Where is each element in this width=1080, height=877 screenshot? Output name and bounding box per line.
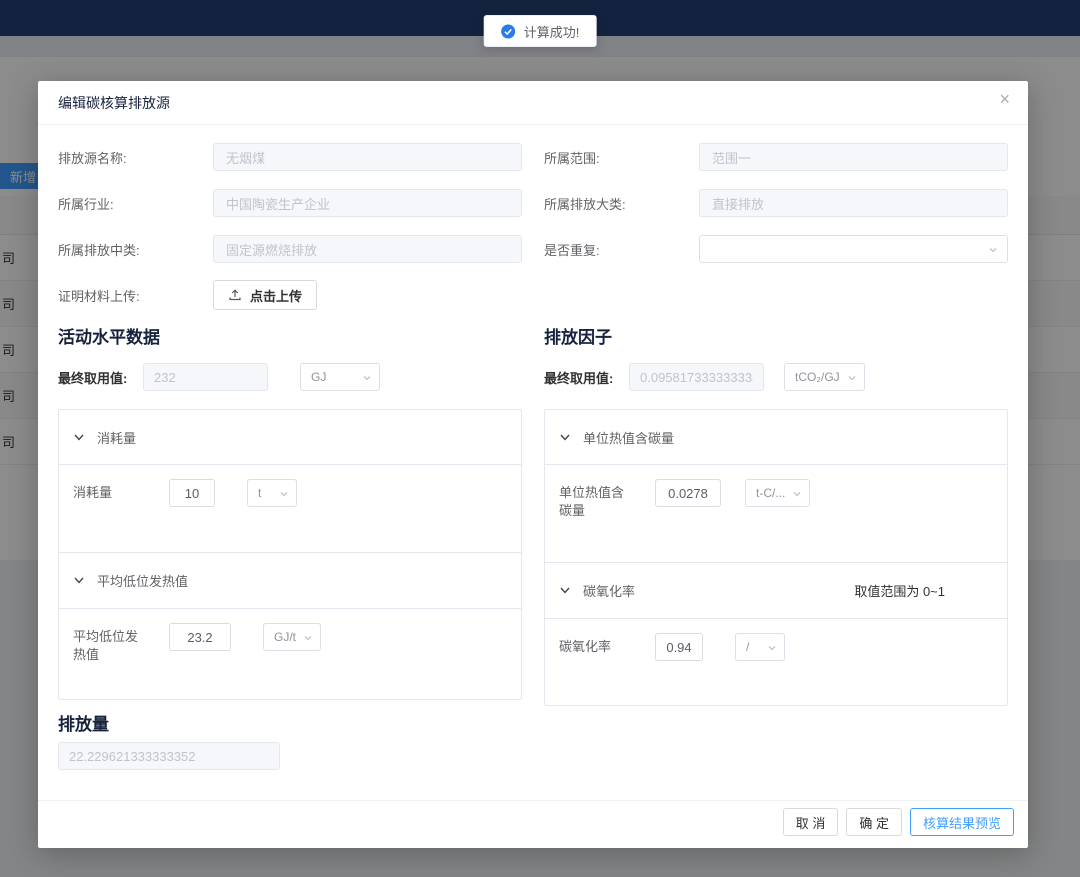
chevron-down-icon: [792, 489, 802, 499]
data-sections: 活动水平数据 最终取用值: GJ: [58, 309, 1008, 706]
check-circle-icon: [501, 24, 516, 39]
consumption-collapse-header[interactable]: 消耗量: [59, 410, 521, 464]
consumption-unit-select: t: [247, 479, 297, 507]
chevron-down-icon: [362, 373, 372, 383]
preview-button[interactable]: 核算结果预览: [910, 808, 1014, 836]
dialog-footer: 取 消 确 定 核算结果预览: [38, 800, 1028, 848]
collapse-arrow-icon: [73, 432, 85, 443]
oxidation-rate-content: 碳氧化率 /: [545, 618, 1007, 705]
dialog-title: 编辑碳核算排放源: [58, 93, 170, 113]
activity-final-row: 最终取用值: GJ: [58, 363, 522, 391]
toast-message: 计算成功!: [524, 22, 580, 41]
chevron-down-icon: [988, 245, 998, 255]
activity-unit-select: GJ: [300, 363, 380, 391]
source-name-input: [213, 143, 522, 171]
close-icon[interactable]: ×: [999, 90, 1010, 108]
screen: 新增 司 司 司 司 司 计算成功! 编辑碳核算排放源 × 排放源名称:: [0, 0, 1080, 877]
consumption-label: 消耗量: [73, 479, 143, 502]
duplicate-label: 是否重复:: [544, 240, 699, 259]
oxidation-rate-label: 碳氧化率: [559, 633, 629, 656]
cancel-button[interactable]: 取 消: [783, 808, 839, 836]
emission-factor-unit-select: tCO₂/GJ: [784, 363, 865, 391]
oxidation-rate-header-label: 碳氧化率: [583, 581, 635, 600]
basic-info-form: 排放源名称: 所属范围: 所属行业: 所属排放大类: 所属排放中类:: [58, 143, 1008, 309]
consumption-unit-value: t: [258, 486, 261, 500]
upload-button-label: 点击上传: [250, 286, 302, 305]
mid-category-input: [213, 235, 522, 263]
chevron-down-icon: [279, 489, 289, 499]
collapse-arrow-icon: [559, 432, 571, 443]
edit-emission-source-dialog: 编辑碳核算排放源 × 排放源名称: 所属范围: 所属行业: 所: [38, 81, 1028, 848]
field-scope: 所属范围:: [544, 143, 1008, 171]
activity-section-title: 活动水平数据: [58, 327, 522, 349]
carbon-content-unit-select: t-C/...: [745, 479, 810, 507]
heating-value-content: 平均低位发热值 GJ/t: [59, 608, 521, 699]
carbon-content-unit-value: t-C/...: [756, 486, 785, 500]
chevron-down-icon: [303, 633, 313, 643]
activity-final-label: 最终取用值:: [58, 368, 143, 387]
heating-value-unit-select: GJ/t: [263, 623, 321, 651]
emission-factor-column: 排放因子 最终取用值: tCO₂/GJ: [544, 309, 1008, 706]
oxidation-rate-input[interactable]: [655, 633, 703, 661]
chevron-down-icon: [767, 643, 777, 653]
oxidation-rate-unit-select: /: [735, 633, 785, 661]
carbon-content-content: 单位热值含碳量 t-C/...: [545, 464, 1007, 562]
oxidation-rate-unit-value: /: [746, 640, 749, 654]
emission-factor-unit-value: tCO₂/GJ: [795, 370, 840, 384]
emission-factor-section-title: 排放因子: [544, 327, 1008, 349]
industry-label: 所属行业:: [58, 194, 213, 213]
chevron-down-icon: [847, 373, 857, 383]
collapse-arrow-icon: [559, 585, 571, 596]
empty-cell: [544, 281, 1008, 309]
major-category-input: [699, 189, 1008, 217]
field-industry: 所属行业:: [58, 189, 522, 217]
consumption-header-label: 消耗量: [97, 428, 136, 447]
upload-button[interactable]: 点击上传: [213, 280, 317, 310]
emission-amount-input: [58, 742, 280, 770]
upload-label: 证明材料上传:: [58, 286, 213, 305]
success-toast: 计算成功!: [484, 15, 597, 47]
field-major-category: 所属排放大类:: [544, 189, 1008, 217]
activity-final-input: [143, 363, 268, 391]
consumption-input[interactable]: [169, 479, 215, 507]
scope-label: 所属范围:: [544, 148, 699, 167]
dialog-body: 排放源名称: 所属范围: 所属行业: 所属排放大类: 所属排放中类:: [38, 125, 1028, 770]
heating-value-input[interactable]: [169, 623, 231, 651]
source-name-label: 排放源名称:: [58, 148, 213, 167]
dialog-header: 编辑碳核算排放源 ×: [38, 81, 1028, 125]
emission-factor-final-label: 最终取用值:: [544, 368, 629, 387]
scope-input: [699, 143, 1008, 171]
emission-factor-final-row: 最终取用值: tCO₂/GJ: [544, 363, 1008, 391]
field-upload: 证明材料上传: 点击上传: [58, 281, 522, 309]
major-category-label: 所属排放大类:: [544, 194, 699, 213]
upload-icon: [228, 288, 242, 302]
industry-input: [213, 189, 522, 217]
duplicate-select[interactable]: [699, 235, 1008, 263]
carbon-content-input[interactable]: [655, 479, 721, 507]
activity-panel: 消耗量 消耗量 t: [58, 409, 522, 700]
emission-factor-panel: 单位热值含碳量 单位热值含碳量 t-C/...: [544, 409, 1008, 706]
carbon-content-header-label: 单位热值含碳量: [583, 428, 674, 447]
mid-category-label: 所属排放中类:: [58, 240, 213, 259]
carbon-content-label: 单位热值含碳量: [559, 479, 629, 520]
emission-section-title: 排放量: [58, 714, 1008, 736]
heating-value-collapse-header[interactable]: 平均低位发热值: [59, 552, 521, 608]
emission-factor-final-input: [629, 363, 764, 391]
heating-value-header-label: 平均低位发热值: [97, 571, 188, 590]
collapse-arrow-icon: [73, 575, 85, 586]
activity-unit-value: GJ: [311, 370, 326, 384]
field-source-name: 排放源名称:: [58, 143, 522, 171]
confirm-button[interactable]: 确 定: [846, 808, 902, 836]
field-mid-category: 所属排放中类:: [58, 235, 522, 263]
heating-value-unit-value: GJ/t: [274, 630, 296, 644]
oxidation-rate-range-hint: 取值范围为 0~1: [854, 581, 993, 600]
consumption-content: 消耗量 t: [59, 464, 521, 552]
carbon-content-collapse-header[interactable]: 单位热值含碳量: [545, 410, 1007, 464]
activity-column: 活动水平数据 最终取用值: GJ: [58, 309, 522, 706]
heating-value-label: 平均低位发热值: [73, 623, 143, 664]
field-duplicate: 是否重复:: [544, 235, 1008, 263]
oxidation-rate-collapse-header[interactable]: 碳氧化率 取值范围为 0~1: [545, 562, 1007, 618]
